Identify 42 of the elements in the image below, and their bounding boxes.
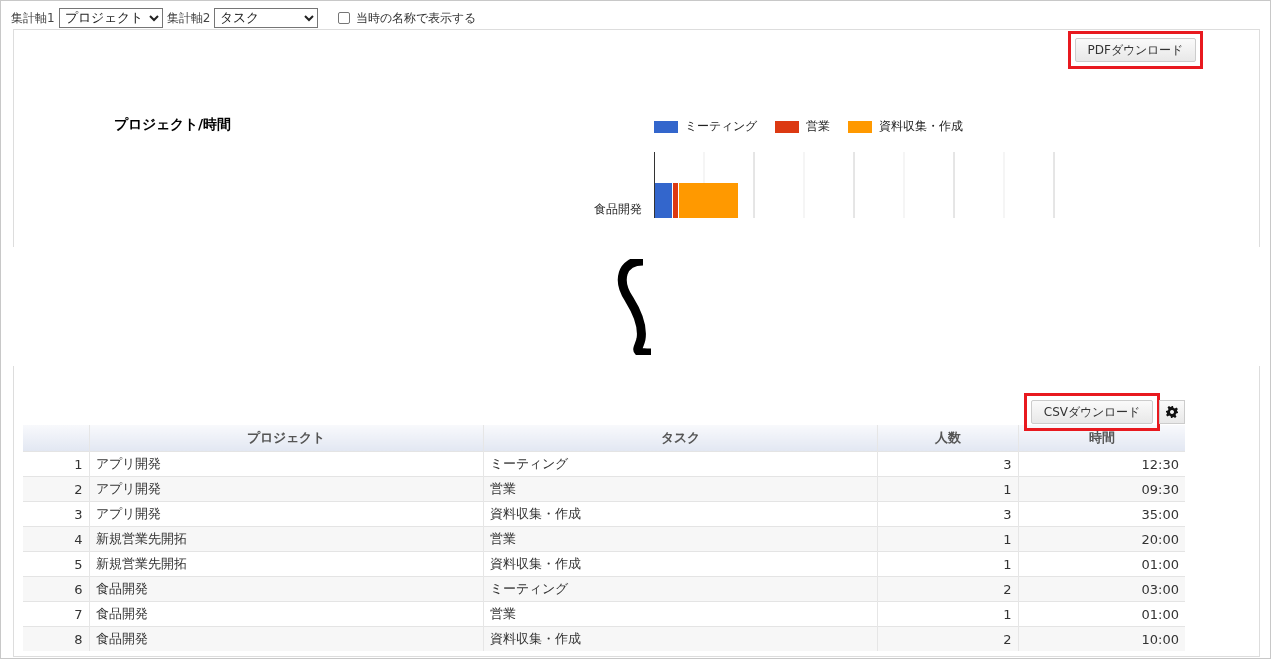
table-cell: 営業 (483, 526, 877, 552)
column-header[interactable]: 時間 (1018, 425, 1185, 452)
legend-label: ミーティング (685, 118, 757, 135)
row-number: 8 (23, 626, 89, 651)
table-cell: 新規営業先開拓 (89, 526, 483, 552)
axis-label: 集計軸2 (166, 9, 211, 27)
pdf-download-button[interactable]: PDFダウンロード (1074, 38, 1196, 62)
row-number: 4 (23, 526, 89, 552)
table-cell: 資料収集・作成 (483, 626, 877, 651)
table-cell: 09:30 (1018, 476, 1185, 502)
row-number: 2 (23, 476, 89, 502)
checkbox-label: 当時の名称で表示する (356, 9, 477, 27)
column-header[interactable]: 人数 (877, 425, 1018, 452)
axis-label: 集計軸1 (11, 9, 55, 27)
caret-icon (304, 14, 315, 22)
axis-dropdown[interactable]: プロジェクト (58, 8, 163, 28)
settings-button[interactable] (1159, 400, 1185, 424)
table-cell: 食品開発 (89, 626, 483, 651)
legend-label: 資料収集・作成 (879, 118, 963, 135)
column-header[interactable]: タスク (483, 425, 877, 452)
table-cell: 20:00 (1018, 526, 1185, 552)
table-cell: 1 (877, 476, 1018, 502)
table-cell: 1 (877, 526, 1018, 552)
legend-label: 営業 (806, 118, 830, 135)
table-cell: 03:00 (1018, 576, 1185, 602)
table-cell: 営業 (483, 476, 877, 502)
column-header[interactable]: プロジェクト (89, 425, 483, 452)
row-number: 6 (23, 576, 89, 602)
table-cell: 10:00 (1018, 626, 1185, 651)
table-cell: ミーティング (483, 576, 877, 602)
csv-download-button[interactable]: CSVダウンロード (1030, 400, 1153, 424)
settings-icon (1166, 406, 1178, 418)
axis-line (654, 152, 655, 218)
table-cell: 2 (877, 626, 1018, 651)
axis-dropdown[interactable]: タスク (214, 8, 319, 28)
caret-icon (148, 14, 159, 22)
category-label: 食品開発 (593, 201, 643, 218)
checkbox[interactable] (338, 12, 351, 24)
table-cell: 食品開発 (89, 576, 483, 602)
table-cell: アプリ開発 (89, 476, 483, 502)
chart-title: プロジェクト/時間 (114, 115, 233, 134)
table-cell: 2 (877, 576, 1018, 602)
